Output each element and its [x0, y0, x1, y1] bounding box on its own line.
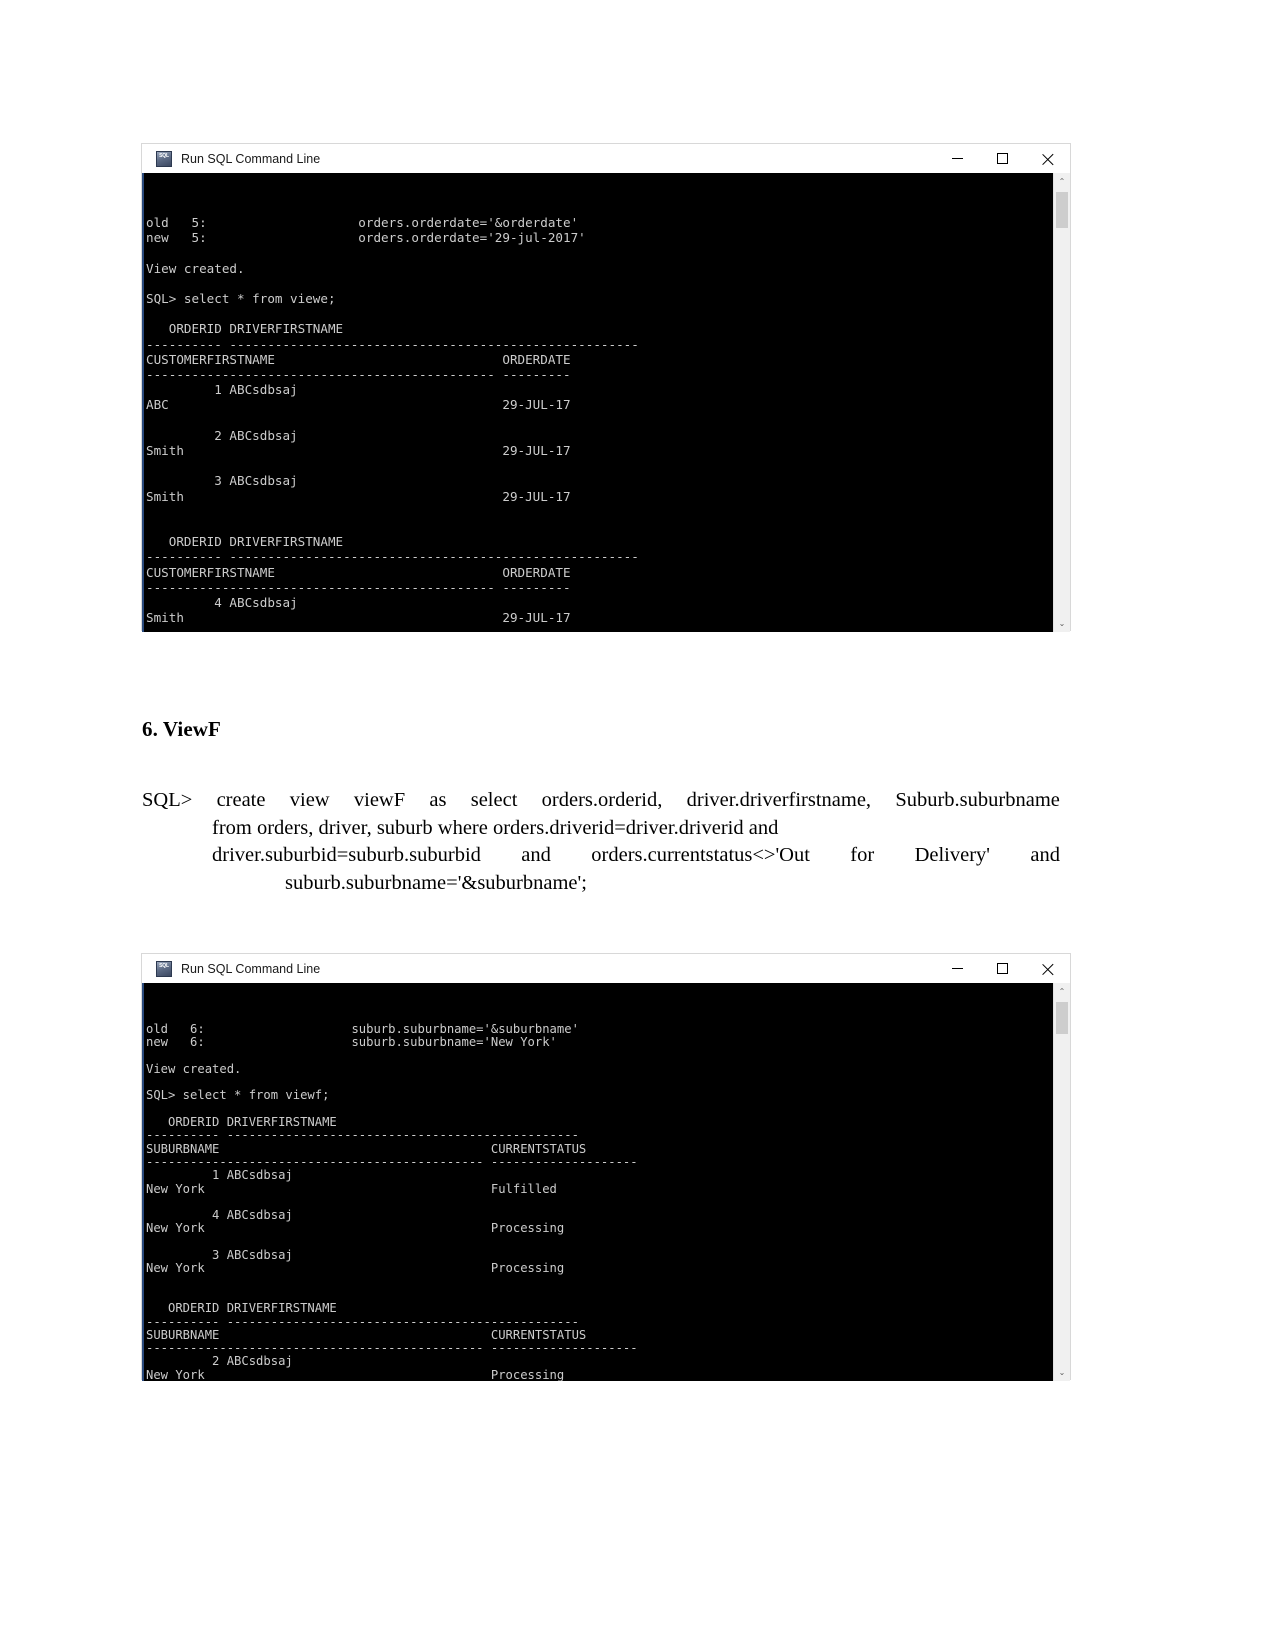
close-icon	[1041, 152, 1054, 165]
window-1-titlebar[interactable]: Run SQL Command Line	[142, 144, 1070, 173]
close-button[interactable]	[1025, 144, 1070, 173]
sql-word: select	[470, 789, 518, 811]
console-output-1[interactable]: old 5: orders.orderdate='&orderdate' new…	[142, 173, 1053, 632]
scroll-up-arrow[interactable]: ⌃	[1054, 173, 1070, 190]
minimize-button[interactable]	[935, 144, 980, 173]
window-2-controls	[935, 954, 1070, 983]
minimize-button[interactable]	[935, 954, 980, 983]
sql-word: view	[289, 789, 330, 811]
scroll-thumb[interactable]	[1056, 192, 1068, 228]
sql-word: for	[850, 844, 875, 866]
sql-statement-block: SQL> create view viewF as select orders.…	[142, 787, 1060, 897]
close-icon	[1041, 962, 1054, 975]
sql-word: driver.driverfirstname,	[686, 789, 872, 811]
sql-word: create	[216, 789, 266, 811]
scrollbar-2[interactable]: ⌃ ⌄	[1053, 983, 1070, 1381]
sql-prompt: SQL>	[142, 789, 193, 811]
sql-word: and	[1030, 844, 1060, 866]
scroll-down-arrow[interactable]: ⌄	[1054, 1364, 1070, 1381]
scrollbar-1[interactable]: ⌃ ⌄	[1053, 173, 1070, 632]
section-heading: 6. ViewF	[142, 717, 221, 741]
sql-word: and	[521, 844, 551, 866]
sql-word: Delivery'	[914, 844, 990, 866]
window-2-body: old 6: suburb.suburbname='&suburbname' n…	[142, 983, 1070, 1381]
scroll-down-arrow[interactable]: ⌄	[1054, 615, 1070, 632]
sql-word: orders.currentstatus<>'Out	[591, 844, 810, 866]
sql-app-icon	[156, 150, 172, 167]
maximize-button[interactable]	[980, 144, 1025, 173]
sql-line-1: SQL> create view viewF as select orders.…	[142, 787, 1060, 815]
scroll-thumb[interactable]	[1056, 1002, 1068, 1034]
maximize-icon	[997, 153, 1008, 164]
maximize-button[interactable]	[980, 954, 1025, 983]
console-text-2: old 6: suburb.suburbname='&suburbname' n…	[146, 1022, 1053, 1381]
window-2-titlebar[interactable]: Run SQL Command Line	[142, 954, 1070, 983]
window-2-title: Run SQL Command Line	[181, 961, 321, 976]
window-1-title: Run SQL Command Line	[181, 151, 321, 166]
sql-line-4: suburb.suburbname='&suburbname';	[285, 871, 587, 894]
sql-command-line-window-2[interactable]: Run SQL Command Line old 6: suburb.subur…	[141, 953, 1071, 1381]
sql-line-3: driver.suburbid=suburb.suburbid and orde…	[212, 842, 1060, 870]
sql-word: viewF	[353, 789, 406, 811]
close-button[interactable]	[1025, 954, 1070, 983]
sql-app-icon	[156, 960, 172, 977]
sql-word: as	[429, 789, 447, 811]
window-1-body: old 5: orders.orderdate='&orderdate' new…	[142, 173, 1070, 632]
sql-line-2: from orders, driver, suburb where orders…	[212, 816, 779, 839]
sql-word: Suburb.suburbname	[895, 789, 1060, 811]
maximize-icon	[997, 963, 1008, 974]
console-text-1: old 5: orders.orderdate='&orderdate' new…	[146, 215, 639, 626]
window-1-controls	[935, 144, 1070, 173]
console-text-2-body: old 6: suburb.suburbname='&suburbname' n…	[146, 1022, 638, 1381]
minimize-icon	[952, 968, 963, 969]
scroll-up-arrow[interactable]: ⌃	[1054, 983, 1070, 1000]
sql-command-line-window-1[interactable]: Run SQL Command Line old 5: orders.order…	[141, 143, 1071, 632]
sql-word: driver.suburbid=suburb.suburbid	[212, 844, 481, 866]
console-output-2[interactable]: old 6: suburb.suburbname='&suburbname' n…	[142, 983, 1053, 1381]
minimize-icon	[952, 158, 963, 159]
sql-word: orders.orderid,	[541, 789, 663, 811]
